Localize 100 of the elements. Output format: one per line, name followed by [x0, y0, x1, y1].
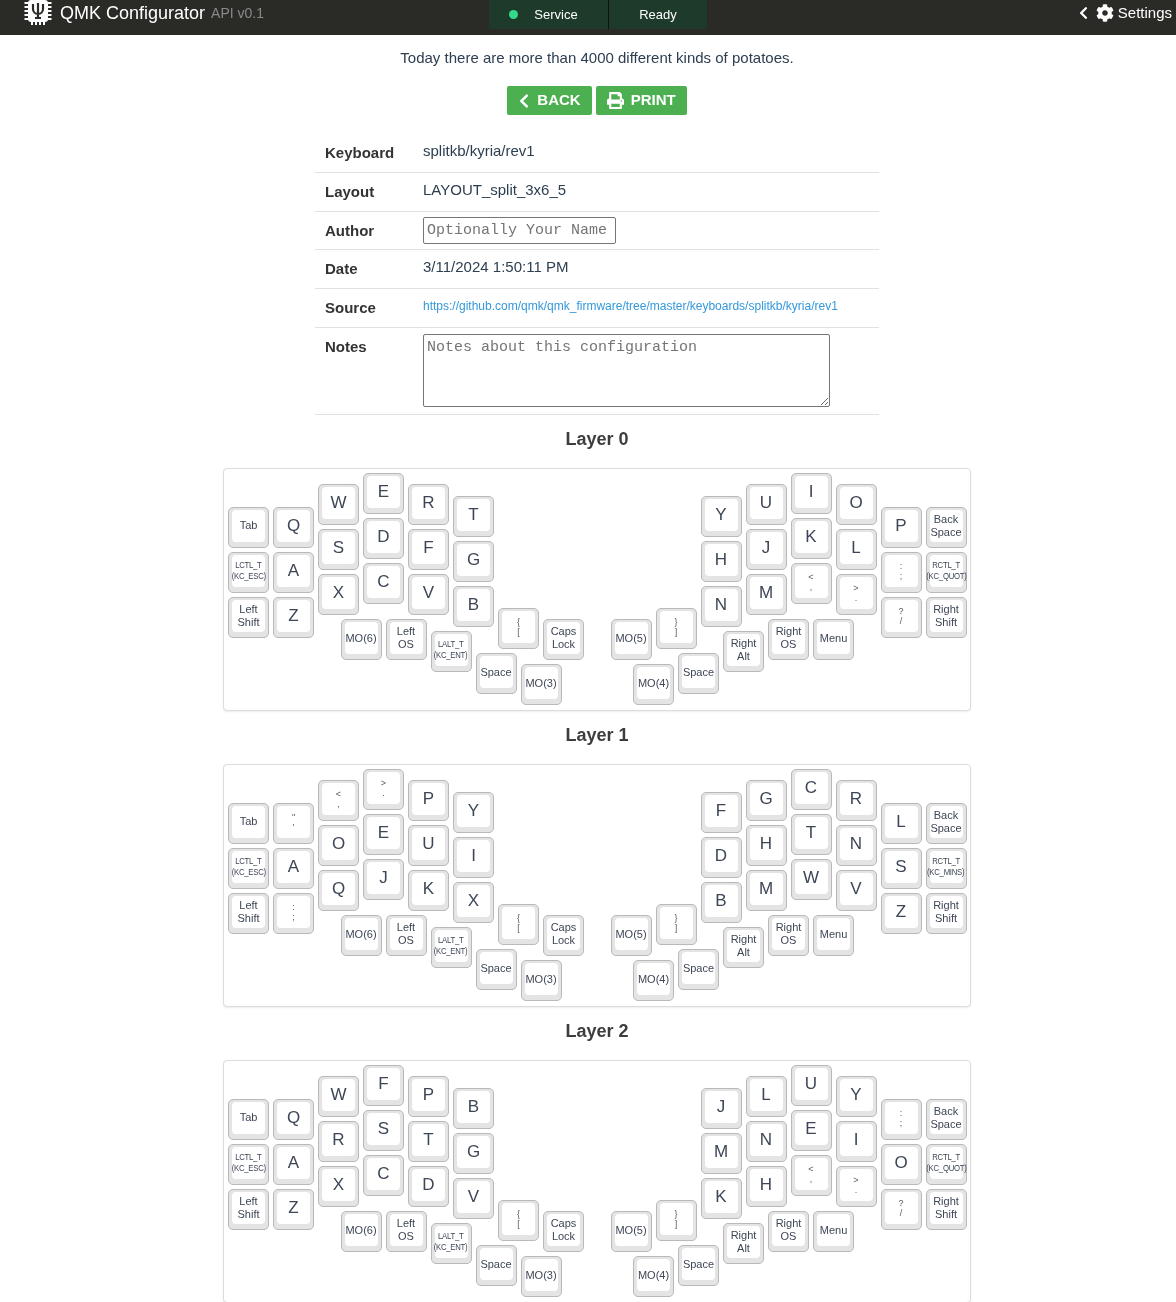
key: S [318, 529, 359, 571]
layer-title: Layer 0 [565, 428, 629, 451]
status-text: Service [534, 6, 578, 23]
key: MO(3) [520, 1256, 562, 1298]
key: C [363, 1155, 404, 1196]
key: LALT_T (KC_ENT) [430, 1222, 472, 1264]
key: W [790, 859, 832, 900]
notes-field[interactable]: Notes about this configuration [423, 334, 830, 407]
settings-button[interactable]: Settings [1078, 0, 1172, 26]
key: : ; [273, 892, 314, 934]
key: N [745, 1121, 787, 1163]
key: Menu [813, 1211, 854, 1253]
key: { [ [498, 608, 539, 649]
key: X [318, 574, 359, 616]
key: S [880, 847, 922, 889]
key: Right Shift [925, 1188, 967, 1230]
key: C [363, 563, 404, 604]
key: ? / [880, 596, 922, 638]
key: E [363, 814, 404, 855]
key: Space [475, 949, 517, 990]
key: Right Alt [723, 1222, 764, 1264]
info-value: 3/11/2024 1:50:11 PM [423, 257, 569, 277]
key: Left Shift [228, 596, 269, 638]
key: D [363, 518, 404, 559]
key: > . [835, 1166, 877, 1208]
key: D [408, 1166, 449, 1208]
key: MO(5) [610, 915, 652, 957]
key: Caps Lock [543, 915, 584, 957]
key: Right OS [768, 619, 809, 661]
key: T [408, 1121, 449, 1163]
author-field[interactable]: Optionally Your Name [423, 217, 616, 244]
key: MO(6) [340, 915, 382, 957]
key: LALT_T (KC_ENT) [430, 630, 472, 672]
key: MO(3) [520, 664, 562, 706]
key: H [745, 1166, 787, 1208]
key: Y [453, 791, 494, 833]
layer-title: Layer 2 [565, 1020, 629, 1043]
key: MO(3) [520, 960, 562, 1002]
key: P [408, 780, 449, 822]
key: D [700, 836, 742, 878]
key: K [408, 870, 449, 912]
chevron-left-icon [518, 92, 531, 109]
info-value: splitkb/kyria/rev1 [423, 141, 535, 161]
key: L [745, 1076, 787, 1118]
key: G [745, 780, 787, 822]
key: Right OS [768, 915, 809, 957]
key: N [700, 585, 742, 627]
key: T [453, 495, 494, 537]
status-text: Ready [639, 6, 677, 23]
key: MO(6) [340, 619, 382, 661]
print-button[interactable]: PRINT [595, 86, 687, 115]
key: Back Space [925, 1098, 967, 1140]
key: V [408, 574, 449, 616]
key: V [453, 1177, 494, 1219]
key: MO(4) [633, 960, 674, 1002]
key: : ; [880, 551, 922, 593]
api-version: API v0.1 [211, 4, 264, 23]
key: W [318, 484, 359, 526]
key: Y [700, 495, 742, 537]
key: A [273, 551, 314, 593]
source-link[interactable]: https://github.com/qmk/qmk_firmware/tree/master/keyboards/splitkb/kyria/rev1 [423, 296, 838, 316]
key: Menu [813, 619, 854, 661]
layer-title: Layer 1 [565, 724, 629, 747]
key: N [835, 825, 877, 867]
key: G [453, 540, 494, 582]
tip-text: Today there are more than 4000 different kinds of potatoes. [400, 48, 794, 68]
key: V [835, 870, 877, 912]
key: { [ [498, 904, 539, 945]
key: F [700, 791, 742, 833]
key: R [408, 484, 449, 526]
key: LCTL_T (KC_ESC) [228, 847, 269, 889]
key: Space [678, 1245, 719, 1286]
key: Left Shift [228, 1188, 269, 1230]
key: ? / [880, 1188, 922, 1230]
key: U [408, 825, 449, 867]
key: Left OS [385, 619, 427, 661]
key: Space [475, 1245, 517, 1286]
key: { [ [498, 1200, 539, 1241]
key: : ; [880, 1098, 922, 1140]
key: L [835, 529, 877, 571]
key: MO(6) [340, 1211, 382, 1253]
key: H [700, 540, 742, 582]
key: Back Space [925, 506, 967, 548]
key: " ' [273, 802, 314, 844]
key: > . [363, 769, 404, 810]
key: Z [273, 596, 314, 638]
key: RCTL_T (KC_QUOT) [925, 1143, 967, 1185]
key: G [453, 1132, 494, 1174]
key: Right Shift [925, 892, 967, 934]
printer-icon [606, 92, 624, 109]
chevron-left-icon [1078, 6, 1088, 20]
key: LCTL_T (KC_ESC) [228, 551, 269, 593]
back-button[interactable]: BACK [507, 86, 592, 115]
key: T [790, 814, 832, 855]
key: P [880, 506, 922, 548]
key: MO(4) [633, 1256, 674, 1298]
key: < , [790, 563, 832, 604]
key: J [745, 529, 787, 571]
info-value: LAYOUT_split_3x6_5 [423, 180, 567, 200]
key: < , [790, 1155, 832, 1196]
